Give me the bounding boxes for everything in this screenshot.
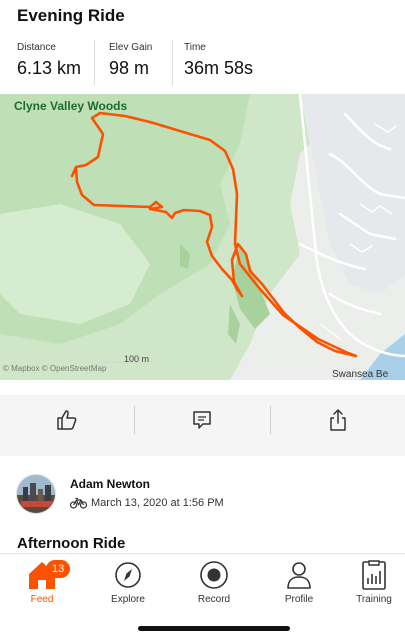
map-place-label: Swansea Be [332, 369, 389, 380]
stat-elevation: Elev Gain 98 m [94, 40, 172, 85]
profile-icon [287, 562, 311, 589]
record-icon [200, 561, 228, 589]
stat-time: Time 36m 58s [172, 40, 292, 85]
stat-time-value: 36m 58s [184, 58, 254, 78]
home-indicator[interactable] [138, 626, 290, 631]
activity-title: Evening Ride [17, 6, 125, 25]
tab-record-label: Record [197, 594, 231, 605]
tab-profile-label: Profile [284, 594, 314, 605]
stat-distance: Distance 6.13 km [0, 40, 94, 85]
share-button[interactable] [269, 405, 405, 434]
comment-button[interactable] [134, 405, 269, 434]
next-activity-title[interactable]: Afternoon Ride [17, 535, 125, 552]
kudos-button[interactable] [0, 406, 134, 434]
activity-actions [0, 395, 405, 444]
author-name[interactable]: Adam Newton [70, 477, 150, 491]
map-graphic [0, 94, 405, 380]
stat-elevation-value: 98 m [109, 58, 150, 78]
bike-icon [70, 497, 87, 509]
stat-time-label: Time [184, 42, 206, 53]
tab-profile[interactable]: Profile [259, 558, 339, 605]
avatar[interactable] [16, 474, 56, 514]
stat-distance-label: Distance [17, 42, 56, 53]
tab-feed-label: Feed [30, 594, 54, 605]
post-date: March 13, 2020 at 1:56 PM [91, 497, 224, 509]
route-map[interactable]: Clyne Valley Woods 100 m © Mapbox © Open… [0, 94, 405, 380]
map-area-label: Clyne Valley Woods [14, 99, 128, 113]
tab-record[interactable]: Record [174, 558, 254, 605]
tab-training-label: Training [356, 594, 392, 605]
feed-divider [0, 444, 405, 456]
training-icon [362, 560, 386, 590]
map-attribution[interactable]: © Mapbox © OpenStreetMap [3, 364, 106, 373]
stat-elevation-label: Elev Gain [109, 42, 153, 53]
avatar-image [17, 475, 55, 513]
post-meta: March 13, 2020 at 1:56 PM [70, 497, 224, 509]
thumbs-up-icon [57, 409, 77, 430]
tab-training[interactable]: Training [344, 558, 404, 605]
tab-explore[interactable]: Explore [88, 558, 168, 605]
comment-icon [193, 410, 212, 429]
map-scale-label: 100 m [124, 354, 150, 364]
compass-icon [115, 562, 141, 588]
tab-feed[interactable]: 13 Feed [2, 558, 82, 605]
tab-explore-label: Explore [111, 594, 145, 605]
share-icon [330, 408, 346, 431]
activity-stats: Distance 6.13 km Elev Gain 98 m Time 36m… [0, 40, 405, 85]
stat-distance-value: 6.13 km [17, 58, 82, 78]
feed-badge: 13 [46, 560, 71, 578]
